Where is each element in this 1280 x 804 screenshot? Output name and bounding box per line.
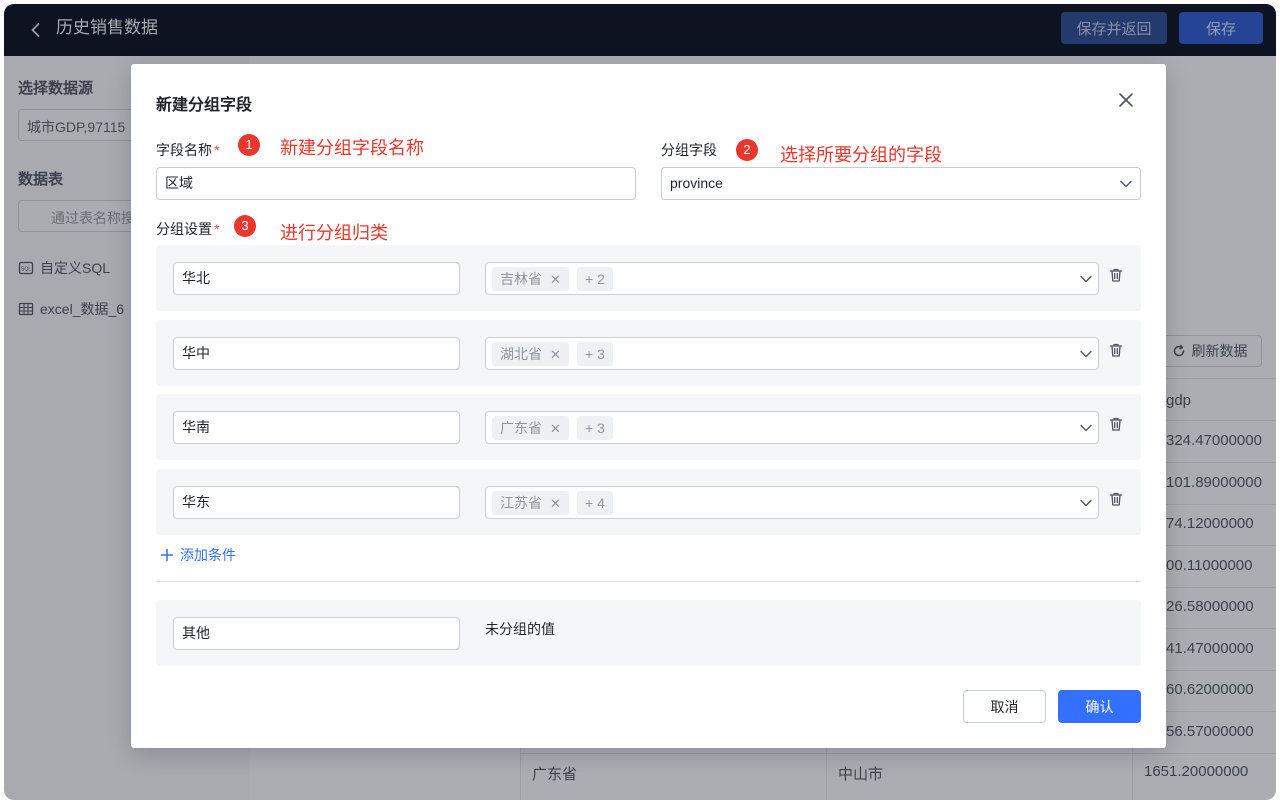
required-mark: * bbox=[214, 142, 220, 158]
tag-close-icon[interactable]: ✕ bbox=[550, 272, 561, 287]
other-name-input[interactable]: 其他 bbox=[173, 617, 460, 650]
group-row-1: 华北 吉林省 ✕ + 2 bbox=[156, 245, 1141, 311]
group-row-4: 华东 江苏省 ✕ + 4 bbox=[156, 469, 1141, 535]
annotation-text-1: 新建分组字段名称 bbox=[280, 138, 424, 158]
group-name-input[interactable]: 华北 bbox=[173, 262, 460, 295]
chevron-down-icon bbox=[1120, 180, 1132, 188]
group-name-input[interactable]: 华中 bbox=[173, 337, 460, 370]
delete-trash-icon[interactable] bbox=[1108, 267, 1124, 283]
field-name-label-text: 字段名称 bbox=[156, 142, 212, 158]
annotation-badge-1: 1 bbox=[238, 134, 260, 156]
value-tag-label: 江苏省 bbox=[500, 495, 542, 511]
required-mark: * bbox=[214, 221, 220, 237]
group-values-select[interactable]: 吉林省 ✕ + 2 bbox=[485, 262, 1099, 295]
annotation-text-3: 进行分组归类 bbox=[280, 223, 388, 243]
cancel-button[interactable]: 取消 bbox=[963, 690, 1046, 723]
tag-close-icon[interactable]: ✕ bbox=[550, 496, 561, 511]
annotation-text-2: 选择所要分组的字段 bbox=[780, 145, 942, 165]
ungrouped-values-note: 未分组的值 bbox=[485, 621, 555, 637]
tag-close-icon[interactable]: ✕ bbox=[550, 347, 561, 362]
other-group-row: 其他 未分组的值 bbox=[156, 600, 1141, 666]
value-tag: 吉林省 ✕ bbox=[492, 267, 569, 291]
delete-trash-icon[interactable] bbox=[1108, 342, 1124, 358]
delete-trash-icon[interactable] bbox=[1108, 416, 1124, 432]
annotation-badge-2: 2 bbox=[736, 139, 758, 161]
field-name-input[interactable]: 区域 bbox=[156, 167, 636, 200]
divider bbox=[156, 581, 1141, 582]
plus-icon bbox=[160, 548, 174, 562]
value-tag-label: 湖北省 bbox=[500, 346, 542, 362]
new-group-field-dialog: 新建分组字段 字段名称 * 1 新建分组字段名称 区域 分组字段 2 选择所要分组… bbox=[131, 64, 1166, 748]
chevron-down-icon bbox=[1080, 275, 1092, 283]
chevron-down-icon bbox=[1080, 424, 1092, 432]
chevron-down-icon bbox=[1080, 350, 1092, 358]
value-tag: 湖北省 ✕ bbox=[492, 342, 569, 366]
app-window: 历史销售数据 保存并返回 保存 选择数据源 城市GDP,97115 数据表 通过… bbox=[4, 4, 1276, 800]
more-values-tag: + 3 bbox=[577, 416, 613, 440]
group-field-value: province bbox=[670, 175, 723, 191]
value-tag-label: 广东省 bbox=[500, 420, 542, 436]
value-tag: 广东省 ✕ bbox=[492, 416, 569, 440]
more-values-tag: + 2 bbox=[577, 267, 613, 291]
add-condition-label: 添加条件 bbox=[180, 547, 236, 563]
delete-trash-icon[interactable] bbox=[1108, 491, 1124, 507]
annotation-badge-3: 3 bbox=[234, 215, 256, 237]
confirm-button[interactable]: 确认 bbox=[1058, 690, 1141, 723]
add-condition-button[interactable]: 添加条件 bbox=[160, 545, 236, 565]
close-icon[interactable] bbox=[1116, 90, 1136, 110]
group-name-input[interactable]: 华东 bbox=[173, 486, 460, 519]
group-row-3: 华南 广东省 ✕ + 3 bbox=[156, 394, 1141, 460]
group-field-select[interactable]: province bbox=[661, 167, 1141, 200]
chevron-down-icon bbox=[1080, 499, 1092, 507]
group-name-input[interactable]: 华南 bbox=[173, 411, 460, 444]
more-values-tag: + 4 bbox=[577, 491, 613, 515]
group-settings-label-text: 分组设置 bbox=[156, 221, 212, 237]
group-field-label: 分组字段 bbox=[661, 142, 717, 158]
group-row-2: 华中 湖北省 ✕ + 3 bbox=[156, 320, 1141, 386]
value-tag-label: 吉林省 bbox=[500, 271, 542, 287]
group-values-select[interactable]: 湖北省 ✕ + 3 bbox=[485, 337, 1099, 370]
group-values-select[interactable]: 广东省 ✕ + 3 bbox=[485, 411, 1099, 444]
dialog-title: 新建分组字段 bbox=[156, 97, 253, 114]
group-values-select[interactable]: 江苏省 ✕ + 4 bbox=[485, 486, 1099, 519]
value-tag: 江苏省 ✕ bbox=[492, 491, 569, 515]
tag-close-icon[interactable]: ✕ bbox=[550, 421, 561, 436]
more-values-tag: + 3 bbox=[577, 342, 613, 366]
field-name-label: 字段名称 * bbox=[156, 140, 219, 160]
group-settings-label: 分组设置 * bbox=[156, 219, 219, 239]
